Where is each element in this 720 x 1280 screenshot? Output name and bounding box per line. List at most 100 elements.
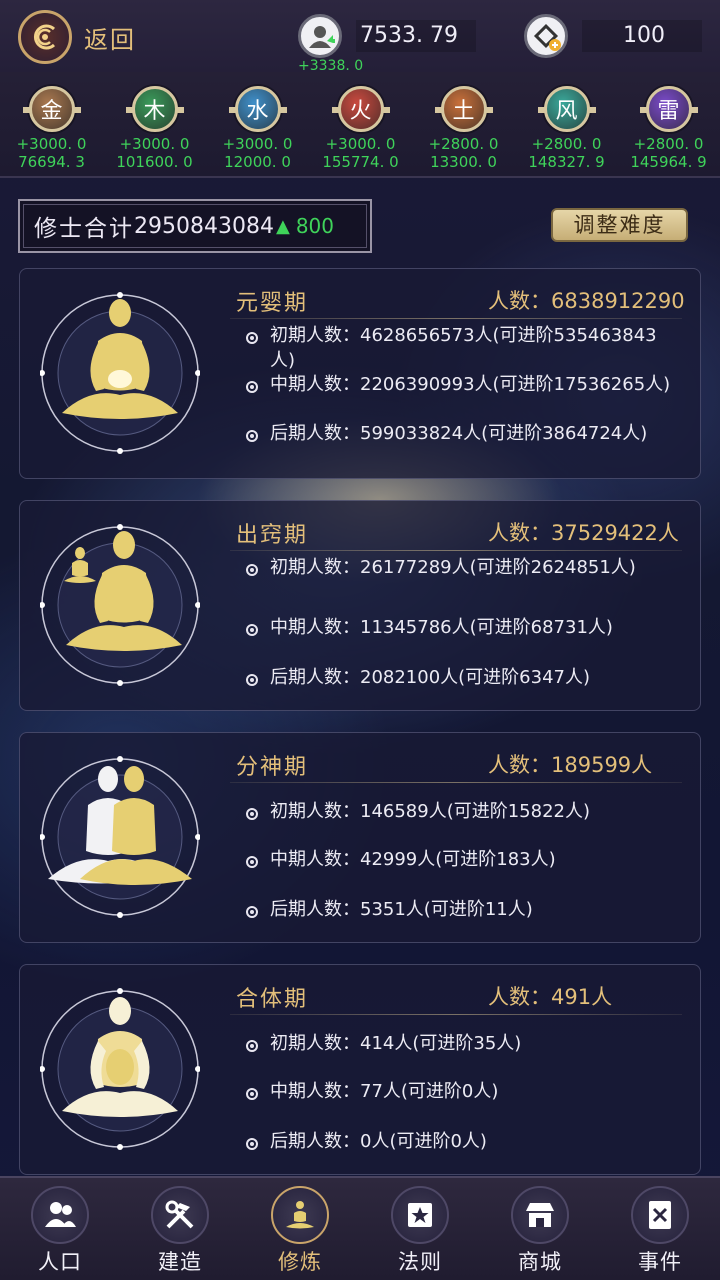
realm-title: 分神期 — [236, 755, 309, 780]
element-rate: +3000. 0 — [222, 135, 293, 153]
summary-delta: 800 — [295, 214, 335, 238]
realm-count: 人数：37529422人 — [488, 521, 679, 545]
back-label: 返回 — [84, 25, 136, 54]
element-wood: 木 +3000. 0 101600. 0 — [103, 86, 206, 171]
stage-middle: 中期人数：42999人(可进阶183人) — [246, 847, 686, 872]
event-book-icon — [631, 1186, 689, 1244]
bullet-icon — [246, 674, 258, 686]
gold-value: 100 — [582, 20, 702, 52]
thunder-badge-icon: 雷 — [639, 86, 698, 132]
stage-early: 初期人数：26177289人(可进阶2624851人) — [246, 555, 686, 580]
stage-text: 中期人数：2206390993人(可进阶17536265人) — [270, 374, 671, 395]
nav-label: 修炼 — [278, 1250, 322, 1274]
stage-text: 初期人数：4628656573人(可进阶535463843人) — [270, 325, 657, 371]
bullet-icon — [246, 906, 258, 918]
summary-value: 2950843084 — [134, 213, 274, 239]
twin-meditating-figures-icon — [39, 755, 201, 919]
bullet-icon — [246, 332, 258, 344]
stage-late: 后期人数：599033824人(可进阶3864724人) — [246, 421, 686, 446]
nav-shop[interactable]: 商城 — [480, 1178, 600, 1280]
realm-title: 合体期 — [236, 987, 309, 1012]
stage-text: 后期人数：599033824人(可进阶3864724人) — [270, 423, 648, 444]
element-total: 101600. 0 — [116, 153, 193, 171]
adjust-difficulty-button[interactable]: 调整难度 — [551, 208, 688, 242]
gold-resource[interactable]: 100 — [524, 10, 702, 62]
wood-badge-icon: 木 — [125, 86, 184, 132]
stage-text: 后期人数：0人(可进阶0人) — [270, 1131, 487, 1152]
element-fire: 火 +3000. 0 155774. 0 — [309, 86, 412, 171]
element-total: 13300. 0 — [430, 153, 497, 171]
realm-count: 人数：189599人 — [488, 753, 653, 777]
silver-resource: 7533. 79 +3338. 0 — [298, 10, 476, 74]
divider — [230, 782, 682, 783]
bullet-icon — [246, 1088, 258, 1100]
law-icon — [391, 1186, 449, 1244]
silver-value: 7533. 79 — [356, 20, 476, 52]
stage-text: 中期人数：42999人(可进阶183人) — [270, 849, 556, 870]
cultivator-total-panel: 修士合计 2950843084 ▲ 800 — [18, 199, 372, 253]
glowing-meditating-figure-icon — [39, 987, 201, 1151]
element-metal: 金 +3000. 0 76694. 3 — [0, 86, 103, 171]
stage-middle: 中期人数：77人(可进阶0人) — [246, 1079, 686, 1104]
element-rate: +2800. 0 — [428, 135, 499, 153]
gem-add-icon — [524, 14, 568, 58]
nav-label: 建造 — [158, 1250, 202, 1274]
realm-title: 出窍期 — [236, 523, 309, 548]
stage-middle: 中期人数：2206390993人(可进阶17536265人) — [246, 372, 686, 397]
element-total: 145964. 9 — [630, 153, 707, 171]
tools-icon — [151, 1186, 209, 1244]
back-icon — [18, 10, 72, 64]
stage-late: 后期人数：2082100人(可进阶6347人) — [246, 665, 686, 690]
stage-early: 初期人数：414人(可进阶35人) — [246, 1031, 686, 1056]
element-thunder: 雷 +2800. 0 145964. 9 — [617, 86, 720, 171]
nav-label: 商城 — [518, 1250, 562, 1274]
meditating-figure-with-spirit-icon — [39, 523, 201, 687]
element-earth: 土 +2800. 0 13300. 0 — [412, 86, 515, 171]
top-bar: 返回 7533. 79 +3338. 0 100 — [0, 0, 720, 74]
element-total: 155774. 0 — [322, 153, 399, 171]
nav-population[interactable]: 人口 — [0, 1178, 120, 1280]
stage-text: 初期人数：26177289人(可进阶2624851人) — [270, 557, 636, 578]
element-rate: +2800. 0 — [531, 135, 602, 153]
nav-law[interactable]: 法则 — [360, 1178, 480, 1280]
bullet-icon — [246, 808, 258, 820]
realm-title: 元婴期 — [236, 291, 309, 316]
element-total: 12000. 0 — [224, 153, 291, 171]
metal-badge-icon: 金 — [22, 86, 81, 132]
nav-cultivate[interactable]: 修炼 — [240, 1178, 360, 1280]
bottom-nav: 人口 建造 修炼 法则 商城 事件 — [0, 1176, 720, 1280]
population-coin-icon — [298, 14, 342, 58]
stage-text: 初期人数：146589人(可进阶15822人) — [270, 801, 591, 822]
shop-icon — [511, 1186, 569, 1244]
stage-text: 后期人数：2082100人(可进阶6347人) — [270, 667, 591, 688]
element-wind: 风 +2800. 0 148327. 9 — [515, 86, 618, 171]
realm-card-nascent-soul: 元婴期 人数：6838912290 初期人数：4628656573人(可进阶53… — [19, 268, 701, 479]
nav-events[interactable]: 事件 — [600, 1178, 720, 1280]
back-button[interactable]: 返回 — [18, 10, 148, 64]
meditating-figure-icon — [39, 291, 201, 455]
divider — [230, 550, 682, 551]
divider — [230, 318, 682, 319]
bullet-icon — [246, 1138, 258, 1150]
stage-text: 初期人数：414人(可进阶35人) — [270, 1033, 522, 1054]
element-total: 76694. 3 — [18, 153, 85, 171]
bullet-icon — [246, 564, 258, 576]
summary-label: 修士合计 — [34, 216, 134, 242]
nav-build[interactable]: 建造 — [120, 1178, 240, 1280]
fire-badge-icon: 火 — [331, 86, 390, 132]
element-rate: +3000. 0 — [325, 135, 396, 153]
meditate-icon — [271, 1186, 329, 1244]
people-icon — [31, 1186, 89, 1244]
stage-middle: 中期人数：11345786人(可进阶68731人) — [246, 615, 686, 640]
element-rate: +2800. 0 — [633, 135, 704, 153]
realm-card-body-integration: 合体期 人数：491人 初期人数：414人(可进阶35人) 中期人数：77人(可… — [19, 964, 701, 1175]
realm-count: 人数：6838912290 — [488, 289, 685, 313]
stage-early: 初期人数：4628656573人(可进阶535463843人) — [246, 323, 686, 373]
realm-card-spirit-severing: 出窍期 人数：37529422人 初期人数：26177289人(可进阶26248… — [19, 500, 701, 711]
element-rate: +3000. 0 — [16, 135, 87, 153]
bullet-icon — [246, 430, 258, 442]
element-rate: +3000. 0 — [119, 135, 190, 153]
element-water: 水 +3000. 0 12000. 0 — [206, 86, 309, 171]
element-resources-row: 金 +3000. 0 76694. 3 木 +3000. 0 101600. 0… — [0, 72, 720, 178]
water-badge-icon: 水 — [228, 86, 287, 132]
